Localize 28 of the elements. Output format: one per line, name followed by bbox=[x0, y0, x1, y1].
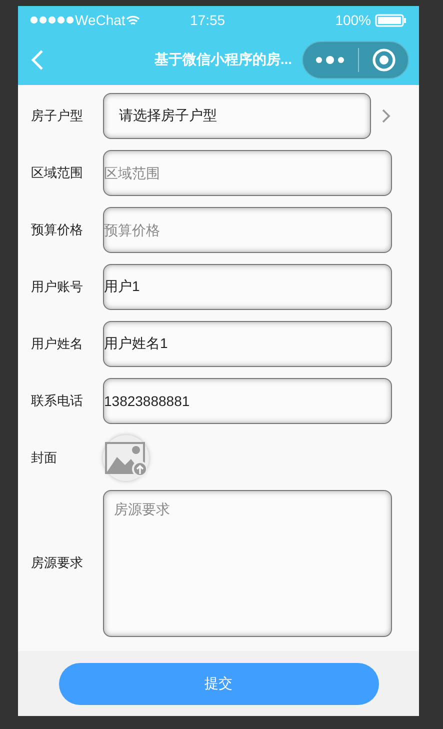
carrier-name: WeChat bbox=[75, 10, 126, 30]
field-label: 预算价格 bbox=[30, 220, 84, 239]
image-upload-button[interactable] bbox=[103, 434, 149, 480]
field-label: 房子户型 bbox=[30, 106, 84, 125]
more-icon[interactable] bbox=[315, 54, 345, 64]
field-label: 联系电话 bbox=[30, 392, 84, 410]
input-field[interactable]: 用户姓名1 bbox=[103, 320, 392, 366]
field-label: 用户账号 bbox=[30, 278, 84, 296]
field-label: 用户姓名 bbox=[30, 334, 84, 353]
field-label: 封面 bbox=[30, 448, 58, 467]
close-target-icon[interactable] bbox=[372, 48, 396, 72]
wifi-icon bbox=[126, 14, 140, 26]
battery-percent: 100% bbox=[335, 10, 371, 30]
chevron-right-icon bbox=[381, 108, 391, 124]
input-field[interactable]: 预算价格 bbox=[103, 206, 392, 252]
back-icon[interactable] bbox=[30, 48, 44, 70]
clock-time: 17:55 bbox=[190, 10, 226, 30]
battery-icon bbox=[375, 14, 407, 26]
field-label: 房源要求 bbox=[30, 554, 84, 572]
signal-icon bbox=[30, 16, 74, 24]
field-label: 区域范围 bbox=[30, 164, 84, 182]
text-area[interactable]: 房源要求 bbox=[103, 490, 392, 636]
page-title: 基于微信小程序的房... bbox=[154, 50, 292, 69]
input-field[interactable]: 区域范围 bbox=[103, 150, 392, 196]
select-field[interactable]: 请选择房子户型 bbox=[103, 92, 371, 138]
input-field[interactable]: 用户1 bbox=[103, 264, 392, 310]
input-field[interactable]: 13823888881 bbox=[103, 378, 392, 424]
capsule-menu[interactable] bbox=[302, 40, 409, 78]
